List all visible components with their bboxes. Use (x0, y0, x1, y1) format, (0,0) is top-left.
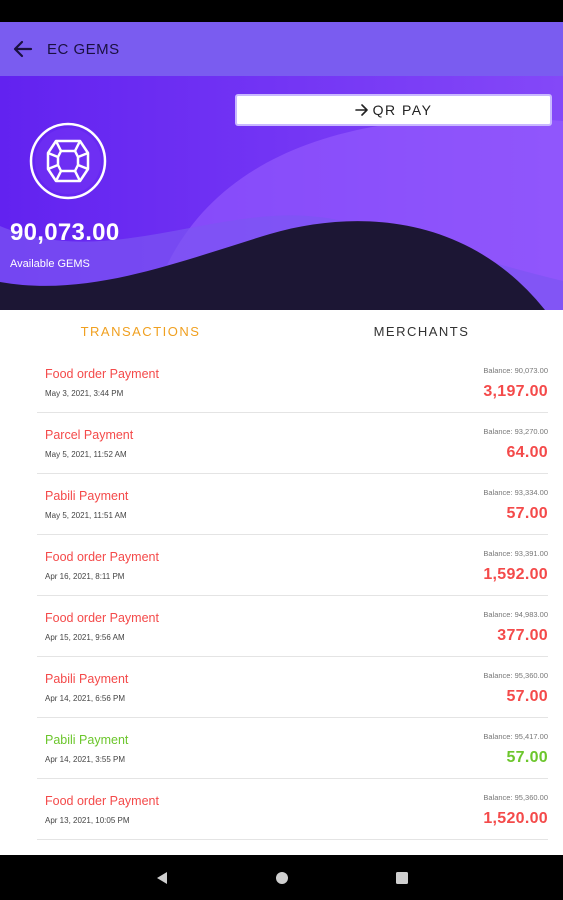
transaction-row[interactable]: Food order Payment Apr 15, 2021, 9:56 AM… (37, 596, 548, 657)
app-bar: EC GEMS (0, 22, 563, 76)
triangle-back-icon (156, 871, 167, 884)
arrow-right-icon (354, 104, 369, 116)
transaction-row[interactable]: Pabili Payment May 5, 2021, 11:51 AM Bal… (37, 474, 548, 535)
transaction-title: Pabili Payment (45, 489, 129, 503)
transaction-balance: Balance: 93,270.00 (483, 427, 548, 436)
transaction-date: Apr 14, 2021, 3:55 PM (45, 755, 126, 764)
transaction-balance: Balance: 95,360.00 (483, 793, 548, 802)
transaction-date: Apr 13, 2021, 10:05 PM (45, 816, 130, 825)
transaction-amount: 3,197.00 (483, 383, 548, 400)
transaction-row[interactable]: Food order Payment Apr 13, 2021, 10:05 P… (37, 779, 548, 840)
gems-balance: 90,073.00 (10, 219, 120, 246)
transaction-row[interactable]: Pabili Payment Apr 14, 2021, 3:55 PM Bal… (37, 718, 548, 779)
gem-icon (29, 122, 107, 200)
transaction-title: Food order Payment (45, 794, 159, 808)
system-nav-bar (0, 855, 563, 900)
transaction-row[interactable]: Parcel Payment May 5, 2021, 11:52 AM Bal… (37, 413, 548, 474)
qr-pay-button[interactable]: QR PAY (235, 94, 552, 126)
tab-transactions[interactable]: TRANSACTIONS (0, 310, 281, 352)
gems-balance-label: Available GEMS (10, 258, 90, 270)
tab-bar: TRANSACTIONS MERCHANTS (0, 310, 563, 352)
transaction-title: Pabili Payment (45, 733, 129, 747)
transaction-title: Pabili Payment (45, 672, 129, 686)
transaction-amount: 57.00 (506, 688, 548, 705)
transaction-amount: 57.00 (506, 749, 548, 766)
transaction-row[interactable]: Food order Payment Apr 16, 2021, 8:11 PM… (37, 535, 548, 596)
transaction-amount: 1,592.00 (483, 566, 548, 583)
transaction-amount: 1,520.00 (483, 810, 548, 827)
wallet-header: QR PAY 90,073.00 Available GEMS (0, 76, 563, 310)
transaction-balance: Balance: 93,391.00 (483, 549, 548, 558)
circle-home-icon (275, 871, 288, 884)
nav-home-button[interactable] (222, 871, 342, 885)
transaction-balance: Balance: 93,334.00 (483, 488, 548, 497)
transaction-amount: 377.00 (497, 627, 548, 644)
transaction-date: May 5, 2021, 11:51 AM (45, 511, 127, 520)
transaction-balance: Balance: 95,417.00 (483, 732, 548, 741)
transaction-title: Food order Payment (45, 611, 159, 625)
transaction-title: Food order Payment (45, 367, 159, 381)
transaction-balance: Balance: 95,360.00 (483, 671, 548, 680)
app-title: EC GEMS (47, 40, 120, 58)
nav-recents-button[interactable] (342, 871, 462, 885)
transaction-balance: Balance: 94,983.00 (483, 610, 548, 619)
transaction-title: Food order Payment (45, 550, 159, 564)
transaction-balance: Balance: 90,073.00 (483, 366, 548, 375)
back-button[interactable] (0, 22, 46, 76)
transaction-row[interactable]: Pabili Payment Apr 14, 2021, 6:56 PM Bal… (37, 657, 548, 718)
transaction-date: Apr 16, 2021, 8:11 PM (45, 572, 125, 581)
arrow-left-icon (13, 40, 33, 58)
transaction-amount: 64.00 (506, 444, 548, 461)
transaction-list: Food order Payment May 3, 2021, 3:44 PM … (0, 352, 563, 855)
transaction-title: Parcel Payment (45, 428, 134, 442)
transaction-amount: 57.00 (506, 505, 548, 522)
square-recents-icon (395, 871, 408, 884)
transaction-date: May 3, 2021, 3:44 PM (45, 389, 124, 398)
tab-merchants[interactable]: MERCHANTS (281, 310, 562, 352)
transaction-date: Apr 14, 2021, 6:56 PM (45, 694, 126, 703)
status-bar (0, 0, 563, 22)
transaction-date: Apr 15, 2021, 9:56 AM (45, 633, 125, 642)
transaction-row[interactable]: Food order Payment May 3, 2021, 3:44 PM … (37, 352, 548, 413)
qr-pay-label: QR PAY (372, 102, 433, 118)
nav-back-button[interactable] (102, 871, 222, 885)
transaction-date: May 5, 2021, 11:52 AM (45, 450, 127, 459)
